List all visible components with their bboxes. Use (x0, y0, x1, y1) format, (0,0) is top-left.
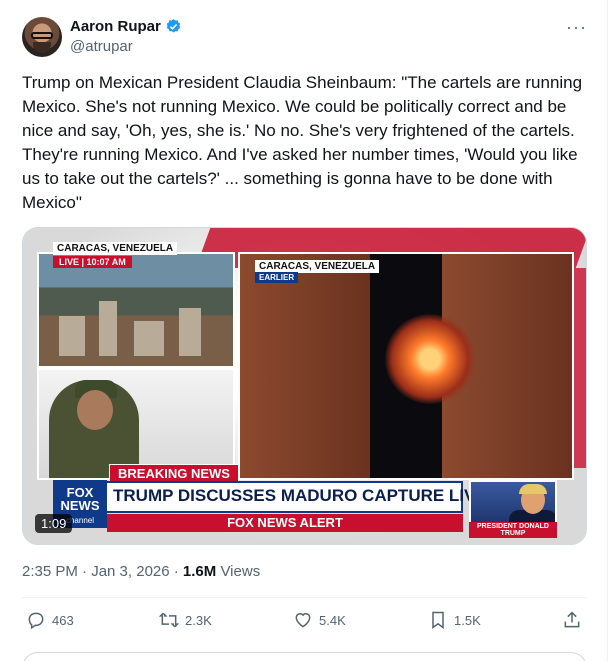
like-count: 5.4K (319, 612, 346, 628)
divider (22, 597, 587, 598)
inset-hair (519, 484, 547, 494)
city-camera-feed (37, 252, 235, 368)
fox-news-alert-bar: FOX NEWS ALERT (107, 514, 463, 532)
retweet-button[interactable]: 2.3K (159, 610, 212, 630)
tweet-text: Trump on Mexican President Claudia Shein… (22, 73, 583, 212)
retweet-count: 2.3K (185, 612, 212, 628)
video-player[interactable]: CARACAS, VENEZUELA LIVE | 10:07 AM CARAC… (22, 227, 587, 545)
reply-count: 463 (52, 612, 74, 628)
tweet-timestamp[interactable]: 2:35 PM · Jan 3, 2026 · (22, 563, 183, 580)
building-shape (59, 316, 85, 356)
retweet-icon (159, 612, 179, 628)
tweet-meta: 2:35 PM · Jan 3, 2026 · 1.6M Views (22, 563, 260, 580)
action-bar: 463 2.3K 5.4K 1.5K (22, 610, 587, 636)
speaker-face (77, 390, 113, 430)
video-duration: 1:09 (35, 514, 73, 533)
bookmark-icon (432, 611, 444, 629)
night-fire-feed (238, 252, 574, 480)
heart-icon (295, 613, 311, 628)
verified-badge-icon (166, 19, 181, 33)
more-options-icon[interactable]: ··· (566, 18, 587, 36)
author-handle[interactable]: @atrupar (70, 38, 133, 55)
author-display-name[interactable]: Aaron Rupar (70, 18, 161, 35)
like-button[interactable]: 5.4K (293, 610, 346, 630)
reply-button[interactable]: 463 (26, 610, 74, 630)
building-shape (99, 301, 117, 356)
avatar[interactable] (22, 17, 62, 57)
earlier-tag: EARLIER (255, 272, 299, 283)
views-count[interactable]: 1.6M (183, 563, 216, 580)
left-location-tag: CARACAS, VENEZUELA (53, 242, 178, 255)
building-shape (134, 321, 164, 356)
views-label: Views (216, 563, 261, 580)
speaker-caption: PRESIDENT DONALD TRUMP (469, 522, 557, 538)
fox-logo-text: FOX NEWS (60, 485, 100, 513)
bookmark-button[interactable]: 1.5K (428, 610, 481, 630)
author-name-row: Aaron Rupar (70, 18, 182, 35)
live-tag: LIVE | 10:07 AM (53, 256, 132, 268)
avatar-glasses (31, 32, 53, 39)
share-icon (564, 611, 580, 628)
avatar-beard (33, 42, 51, 53)
share-button[interactable] (562, 610, 582, 630)
fire-glow (385, 314, 475, 404)
building-shape (179, 308, 201, 356)
reply-icon (28, 612, 44, 630)
feed-side-panel (240, 254, 370, 478)
bookmark-count: 1.5K (454, 612, 481, 628)
reply-composer-edge[interactable] (22, 652, 587, 661)
tweet-card: Aaron Rupar @atrupar ··· Trump on Mexica… (0, 0, 608, 661)
